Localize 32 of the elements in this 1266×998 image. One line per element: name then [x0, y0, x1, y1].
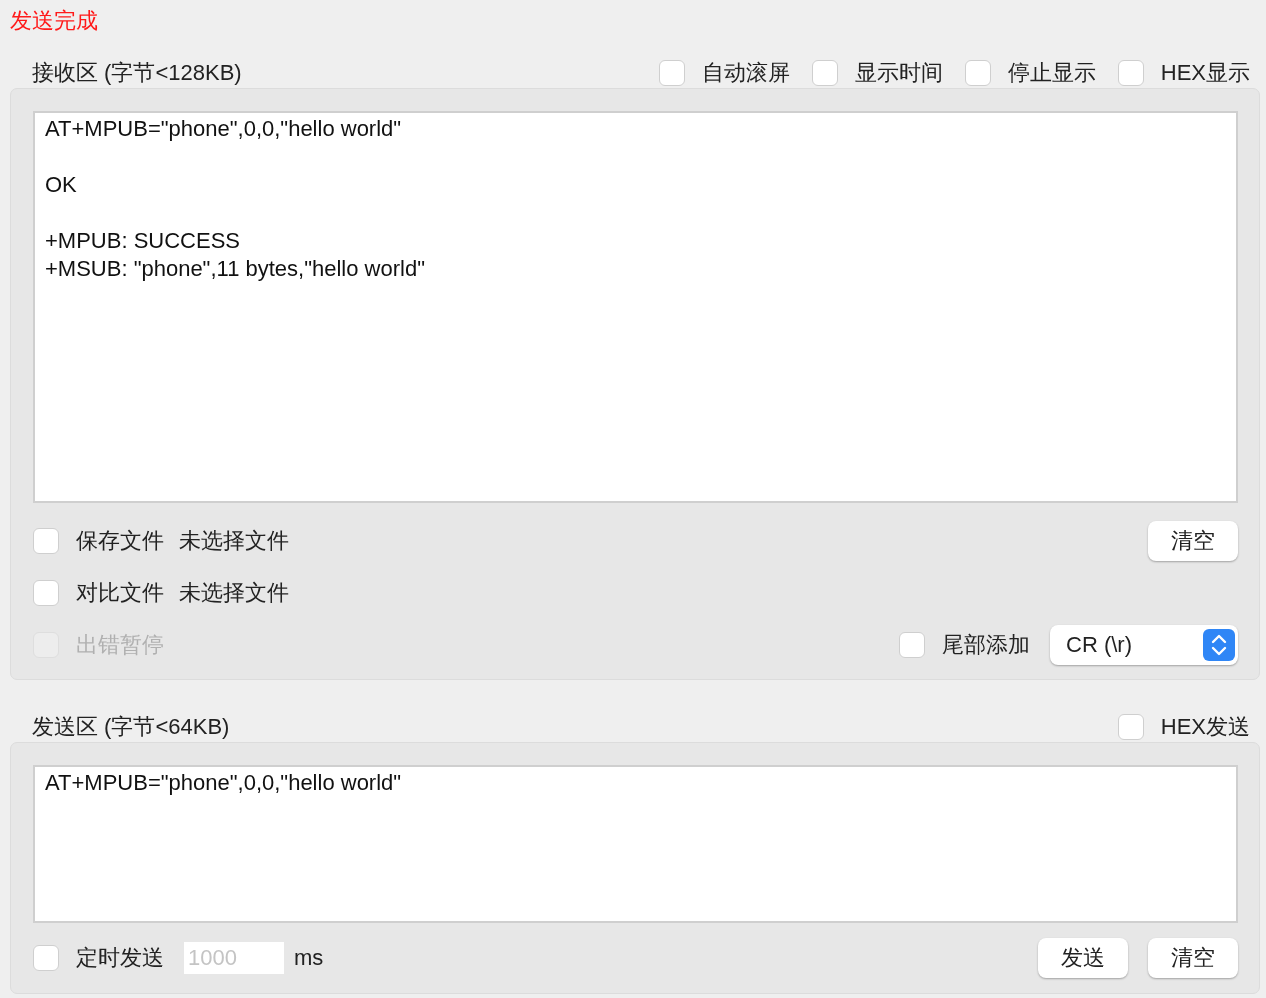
- checkbox-label: 对比文件: [76, 579, 164, 607]
- checkbox[interactable]: [1117, 60, 1144, 86]
- status-message: 发送完成: [10, 7, 99, 35]
- checkbox[interactable]: [33, 528, 59, 554]
- receive-text-area[interactable]: AT+MPUB="phone",0,0,"hello world" OK +MPUB: SUCCESS +MSUB: "phone",11 bytes,"hello world": [33, 111, 1238, 503]
- checkbox[interactable]: [899, 632, 925, 658]
- section-title: 发送区 (字节<64KB): [32, 713, 230, 741]
- option-label: 停止显示: [1007, 59, 1096, 87]
- checkbox[interactable]: [33, 580, 59, 606]
- option-label: 自动滚屏: [701, 59, 790, 87]
- clear-button[interactable]: 清空: [1148, 938, 1238, 978]
- file-status: 未选择文件: [179, 579, 289, 607]
- checkbox[interactable]: [964, 60, 991, 86]
- checkbox-label: 保存文件: [76, 527, 164, 555]
- option-label: HEX发送: [1160, 713, 1250, 741]
- checkbox-label: 尾部添加: [942, 631, 1030, 659]
- line-ending-select[interactable]: CR (\r): [1050, 625, 1238, 665]
- stepper-icon: [1203, 629, 1235, 661]
- checkbox[interactable]: [658, 60, 685, 86]
- checkbox-label: 定时发送: [76, 944, 164, 972]
- send-button[interactable]: 发送: [1038, 938, 1128, 978]
- option-label: HEX显示: [1160, 59, 1250, 87]
- clear-button[interactable]: 清空: [1148, 521, 1238, 561]
- section-title: 接收区 (字节<128KB): [32, 59, 242, 87]
- checkbox[interactable]: [33, 945, 59, 971]
- interval-field[interactable]: 1000: [184, 942, 284, 974]
- file-status: 未选择文件: [179, 527, 289, 555]
- checkbox[interactable]: [1117, 714, 1144, 740]
- unit-label: ms: [294, 945, 324, 971]
- option-label: 显示时间: [854, 59, 943, 87]
- send-text-area[interactable]: AT+MPUB="phone",0,0,"hello world": [33, 765, 1238, 923]
- checkbox[interactable]: [811, 60, 838, 86]
